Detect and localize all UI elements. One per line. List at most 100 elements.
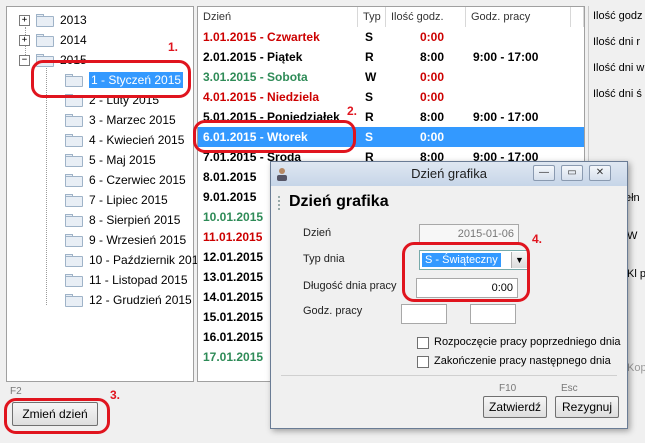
day-type-label: Typ dnia	[303, 253, 345, 265]
tree-item-month[interactable]: 10 - Październik 2015	[65, 250, 205, 270]
column-header-day[interactable]: Dzień	[198, 7, 358, 27]
day-cell: 16.01.2015	[203, 330, 264, 344]
day-cell: 3.01.2015 - Sobota	[203, 70, 308, 84]
tree-item-month[interactable]: 8 - Sierpień 2015	[65, 210, 180, 230]
tree-item-label: 12 - Grudzień 2015	[89, 293, 192, 307]
dialog-titlebar[interactable]: Dzień grafika — ▭ ✕	[271, 162, 627, 186]
folder-icon	[36, 13, 54, 27]
annotation-highlight-month	[31, 60, 191, 98]
tree-item-month[interactable]: 4 - Kwiecień 2015	[65, 130, 184, 150]
start-previous-day-checkbox[interactable]	[417, 337, 429, 349]
type-cell: R	[365, 50, 374, 64]
work-hours-from-field[interactable]	[401, 304, 447, 324]
day-cell: 2.01.2015 - Piątek	[203, 50, 303, 64]
day-cell: 12.01.2015	[203, 250, 264, 264]
summary-label: W	[627, 230, 638, 242]
day-cell: 8.01.2015	[203, 170, 257, 184]
work-hours-label: Godz. pracy	[303, 305, 363, 317]
annotation-number: 1.	[168, 40, 179, 54]
hours-cell: 8:00	[420, 110, 445, 124]
folder-icon	[65, 273, 83, 287]
tree-item-month[interactable]: 7 - Lipiec 2015	[65, 190, 168, 210]
summary-label: Kop	[627, 362, 645, 374]
summary-label: Ilość dni w	[593, 62, 645, 74]
annotation-highlight-dialog-fields	[402, 242, 530, 302]
maximize-icon[interactable]: ▭	[561, 165, 583, 181]
summary-label: Ilość godz	[593, 10, 643, 22]
folder-icon	[65, 233, 83, 247]
close-icon[interactable]: ✕	[589, 165, 611, 181]
work-hours-to-field[interactable]	[470, 304, 516, 324]
day-cell: 13.01.2015	[203, 270, 264, 284]
type-cell: R	[365, 110, 374, 124]
tree-item-label: 7 - Lipiec 2015	[89, 193, 168, 207]
day-cell: 4.01.2015 - Niedziela	[203, 90, 320, 104]
hours-cell: 0:00	[420, 90, 445, 104]
day-cell: 9.01.2015	[203, 190, 257, 204]
annotation-number: 2.	[347, 104, 358, 118]
dialog-heading: Dzień grafika	[289, 193, 389, 210]
tree-item-month[interactable]: 5 - Maj 2015	[65, 150, 156, 170]
annotation-highlight-button	[4, 398, 110, 434]
tree-item-month[interactable]: 9 - Wrzesień 2015	[65, 230, 186, 250]
day-label: Dzień	[303, 227, 332, 239]
type-cell: S	[365, 90, 374, 104]
table-row[interactable]: 1.01.2015 - Czwartek S 0:00	[198, 27, 584, 47]
end-next-day-checkbox[interactable]	[417, 356, 429, 368]
tree-item-2013[interactable]: + 2013	[19, 10, 87, 30]
folder-icon	[65, 153, 83, 167]
tree-item-label: 9 - Wrzesień 2015	[89, 233, 187, 247]
work-hours-cell: 9:00 - 17:00	[473, 50, 539, 64]
column-header-type[interactable]: Typ	[358, 7, 386, 27]
summary-label: Kl p	[627, 268, 645, 280]
cancel-button[interactable]: Rezygnuj	[555, 396, 619, 418]
folder-icon	[36, 33, 54, 47]
day-length-label: Długość dnia pracy	[303, 280, 397, 292]
collapse-icon[interactable]: −	[19, 54, 30, 66]
folder-icon	[65, 213, 83, 227]
tree-item-month[interactable]: 3 - Marzec 2015	[65, 110, 176, 130]
day-cell: 14.01.2015	[203, 290, 264, 304]
tree-item-2014[interactable]: + 2014	[19, 30, 87, 50]
annotation-number: 4.	[532, 232, 543, 246]
minimize-icon[interactable]: —	[533, 165, 555, 181]
folder-icon	[65, 193, 83, 207]
column-header-filler	[571, 7, 584, 27]
hours-cell: 0:00	[420, 130, 445, 144]
dialog-separator	[281, 375, 617, 376]
end-next-day-label: Zakończenie pracy następnego dnia	[434, 355, 611, 367]
expand-icon[interactable]: +	[19, 34, 30, 46]
tree-item-month[interactable]: 11 - Listopad 2015	[65, 270, 188, 290]
annotation-highlight-row	[193, 120, 356, 153]
column-header-work-hours[interactable]: Godz. pracy	[466, 7, 571, 27]
tree-line	[46, 65, 47, 305]
day-cell: 11.01.2015	[203, 230, 263, 244]
tree-item-month[interactable]: 6 - Czerwiec 2015	[65, 170, 186, 190]
tree-item-label: 4 - Kwiecień 2015	[89, 133, 185, 147]
confirm-button[interactable]: Zatwierdź	[483, 396, 547, 418]
summary-label: Ilość dni ś	[593, 88, 642, 100]
table-row[interactable]: 4.01.2015 - Niedziela S 0:00	[198, 87, 584, 107]
table-row[interactable]: 2.01.2015 - Piątek R 8:00 9:00 - 17:00	[198, 47, 584, 67]
hours-cell: 0:00	[420, 70, 445, 84]
day-cell: 1.01.2015 - Czwartek	[203, 30, 320, 44]
annotation-number: 3.	[110, 388, 121, 402]
type-cell: S	[365, 130, 374, 144]
column-header-hours[interactable]: Ilość godz.	[386, 7, 466, 27]
tree-item-label: 2014	[60, 33, 87, 47]
start-previous-day-label: Rozpoczęcie pracy poprzedniego dnia	[434, 336, 621, 348]
tree-item-label: 11 - Listopad 2015	[89, 273, 188, 287]
table-row[interactable]: 3.01.2015 - Sobota W 0:00	[198, 67, 584, 87]
tree-item-month[interactable]: 12 - Grudzień 2015	[65, 290, 192, 310]
folder-icon	[65, 253, 83, 267]
day-cell: 17.01.2015	[203, 350, 264, 364]
tree-item-label: 8 - Sierpień 2015	[89, 213, 181, 227]
shortcut-hint: F2	[10, 386, 22, 397]
tree-item-label: 10 - Październik 2015	[89, 253, 206, 267]
hours-cell: 0:00	[420, 30, 445, 44]
day-field: 2015-01-06	[419, 224, 519, 244]
tree-item-label: 5 - Maj 2015	[89, 153, 156, 167]
folder-icon	[65, 113, 83, 127]
folder-icon	[65, 293, 83, 307]
expand-icon[interactable]: +	[19, 14, 30, 26]
